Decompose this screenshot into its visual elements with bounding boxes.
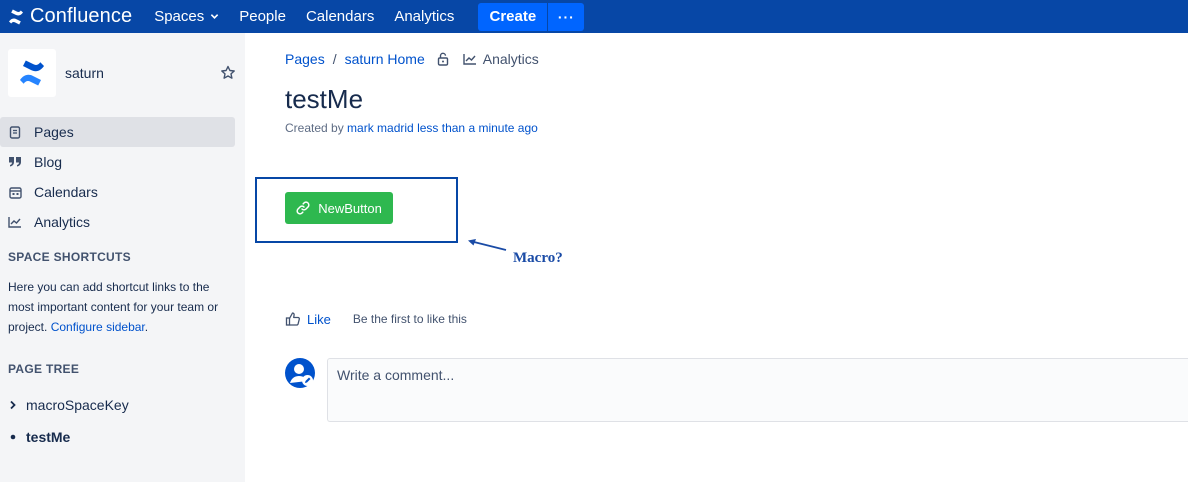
page-tree: macroSpaceKey testMe bbox=[8, 389, 238, 453]
unlock-icon[interactable] bbox=[437, 52, 451, 66]
sidebar-item-analytics[interactable]: Analytics bbox=[0, 207, 235, 237]
byline-prefix: Created by bbox=[285, 121, 344, 135]
confluence-space-icon bbox=[20, 60, 44, 86]
more-create-options-button[interactable]: ··· bbox=[548, 2, 585, 31]
annotation-arrow bbox=[468, 239, 507, 251]
sidebar-item-blog[interactable]: Blog bbox=[0, 147, 235, 177]
chevron-down-icon bbox=[211, 14, 219, 19]
page-title: testMe bbox=[285, 84, 364, 114]
like-link[interactable]: Like bbox=[307, 312, 331, 327]
comment-placeholder: Write a comment... bbox=[337, 367, 455, 383]
more-icon: ··· bbox=[557, 8, 575, 25]
configure-sidebar-link[interactable]: Configure sidebar bbox=[51, 320, 145, 334]
space-sidebar: saturn Pages Blog Calendars Analytics SP… bbox=[0, 33, 245, 482]
space-name[interactable]: saturn bbox=[65, 65, 104, 81]
sidebar-item-label: Blog bbox=[34, 154, 63, 170]
tree-item-macrospacekey[interactable]: macroSpaceKey bbox=[8, 389, 238, 421]
sidebar-item-label: Pages bbox=[34, 124, 74, 140]
nav-analytics[interactable]: Analytics bbox=[384, 0, 464, 33]
user-avatar bbox=[285, 358, 315, 388]
shortcuts-text-suffix: . bbox=[144, 320, 149, 334]
nav-calendars[interactable]: Calendars bbox=[296, 0, 384, 33]
calendar-icon bbox=[8, 185, 22, 199]
sidebar-item-label: Calendars bbox=[34, 184, 98, 200]
confluence-logo[interactable]: Confluence bbox=[8, 5, 132, 28]
link-icon bbox=[296, 201, 310, 215]
brand-name: Confluence bbox=[30, 5, 133, 27]
sidebar-item-pages[interactable]: Pages bbox=[0, 117, 235, 147]
top-navigation: Confluence Spaces People Calendars Analy… bbox=[0, 0, 1188, 33]
bullet-icon bbox=[8, 434, 18, 440]
macro-annotation: Macro? bbox=[513, 250, 563, 266]
comment-input[interactable]: Write a comment... bbox=[327, 358, 1188, 422]
space-header: saturn bbox=[8, 49, 240, 97]
page-tree-heading: PAGE TREE bbox=[8, 362, 80, 376]
create-button[interactable]: Create bbox=[478, 2, 548, 31]
like-section: Like Be the first to like this bbox=[285, 310, 467, 328]
breadcrumb-separator: / bbox=[332, 51, 337, 67]
new-button-label: NewButton bbox=[318, 200, 382, 216]
nav-spaces-label: Spaces bbox=[154, 8, 205, 25]
breadcrumb-saturn-home[interactable]: saturn Home bbox=[345, 51, 425, 67]
chevron-right-icon[interactable] bbox=[8, 400, 18, 410]
sidebar-item-label: Analytics bbox=[34, 214, 91, 230]
nav-people[interactable]: People bbox=[229, 0, 296, 33]
tree-item-label[interactable]: testMe bbox=[26, 429, 70, 445]
tree-item-label[interactable]: macroSpaceKey bbox=[26, 397, 129, 413]
space-shortcuts-description: Here you can add shortcut links to the m… bbox=[8, 277, 238, 337]
new-button[interactable]: NewButton bbox=[285, 192, 393, 224]
analytics-icon bbox=[463, 54, 476, 65]
analytics-icon bbox=[8, 215, 22, 229]
nav-spaces[interactable]: Spaces bbox=[144, 0, 229, 33]
tree-item-testme[interactable]: testMe bbox=[8, 421, 238, 453]
space-shortcuts-heading: SPACE SHORTCUTS bbox=[8, 250, 131, 264]
page-analytics-link[interactable]: Analytics bbox=[463, 51, 539, 67]
page-byline: Created by mark madrid less than a minut… bbox=[285, 121, 538, 135]
page-time-link[interactable]: less than a minute ago bbox=[417, 121, 538, 135]
breadcrumb: Pages / saturn Home Analytics bbox=[285, 50, 539, 68]
quote-icon bbox=[8, 155, 22, 169]
analytics-label: Analytics bbox=[482, 51, 539, 67]
space-avatar[interactable] bbox=[8, 49, 56, 97]
sidebar-item-calendars[interactable]: Calendars bbox=[0, 177, 235, 207]
breadcrumb-pages[interactable]: Pages bbox=[285, 51, 325, 67]
confluence-logo-icon bbox=[9, 9, 23, 24]
like-note: Be the first to like this bbox=[352, 312, 467, 326]
star-icon[interactable] bbox=[220, 65, 236, 81]
thumbs-up-icon[interactable] bbox=[285, 311, 301, 327]
author-link[interactable]: mark madrid bbox=[347, 121, 414, 135]
page-icon bbox=[8, 125, 22, 139]
